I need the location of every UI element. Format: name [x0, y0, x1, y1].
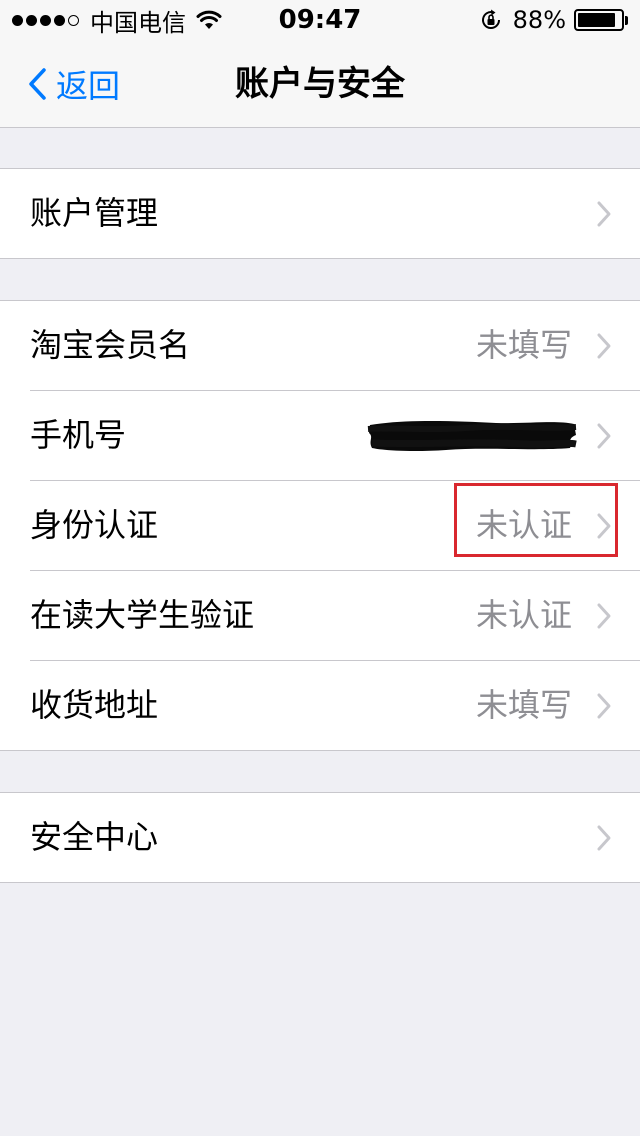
- settings-group-profile: 淘宝会员名 未填写 手机号 身份认证 未认证 在读大学生验证 未认证 收货地址 …: [0, 300, 640, 751]
- battery-icon: [574, 9, 624, 31]
- row-label: 淘宝会员名: [30, 326, 191, 364]
- row-security-center[interactable]: 安全中心: [0, 793, 640, 882]
- battery-level-fill: [578, 13, 615, 27]
- row-value: 未认证: [475, 596, 572, 634]
- row-account-management[interactable]: 账户管理: [0, 169, 640, 258]
- chevron-right-icon: [597, 693, 611, 719]
- battery-percent: 88%: [512, 6, 566, 34]
- row-taobao-member-name[interactable]: 淘宝会员名 未填写: [0, 301, 640, 390]
- row-label: 安全中心: [30, 818, 159, 856]
- orientation-lock-icon: [481, 9, 500, 29]
- row-identity-verification[interactable]: 身份认证 未认证: [0, 480, 640, 570]
- row-phone-number[interactable]: 手机号: [0, 390, 640, 480]
- page-title: 账户与安全: [235, 64, 405, 104]
- row-shipping-address[interactable]: 收货地址 未填写: [0, 660, 640, 750]
- settings-group-security: 安全中心: [0, 792, 640, 883]
- chevron-right-icon: [597, 825, 611, 851]
- chevron-right-icon: [597, 603, 611, 629]
- chevron-right-icon: [597, 423, 611, 449]
- row-label: 收货地址: [30, 686, 159, 724]
- status-right: 88%: [479, 0, 628, 40]
- row-value: 未填写: [475, 686, 572, 724]
- row-label: 手机号: [30, 416, 127, 454]
- row-value: 未填写: [475, 326, 572, 364]
- battery-tip: [625, 15, 628, 25]
- chevron-right-icon: [597, 513, 611, 539]
- row-label: 身份认证: [30, 506, 159, 544]
- settings-group-account: 账户管理: [0, 168, 640, 259]
- row-value: 未认证: [475, 506, 572, 544]
- chevron-right-icon: [597, 333, 611, 359]
- status-bar: 中国电信 09:47 88%: [0, 0, 640, 40]
- navigation-bar: 返回 账户与安全: [0, 40, 640, 128]
- row-student-verification[interactable]: 在读大学生验证 未认证: [0, 570, 640, 660]
- row-label: 在读大学生验证: [30, 596, 255, 634]
- chevron-right-icon: [597, 201, 611, 227]
- redacted-phone-number: [367, 421, 577, 452]
- row-label: 账户管理: [30, 194, 159, 232]
